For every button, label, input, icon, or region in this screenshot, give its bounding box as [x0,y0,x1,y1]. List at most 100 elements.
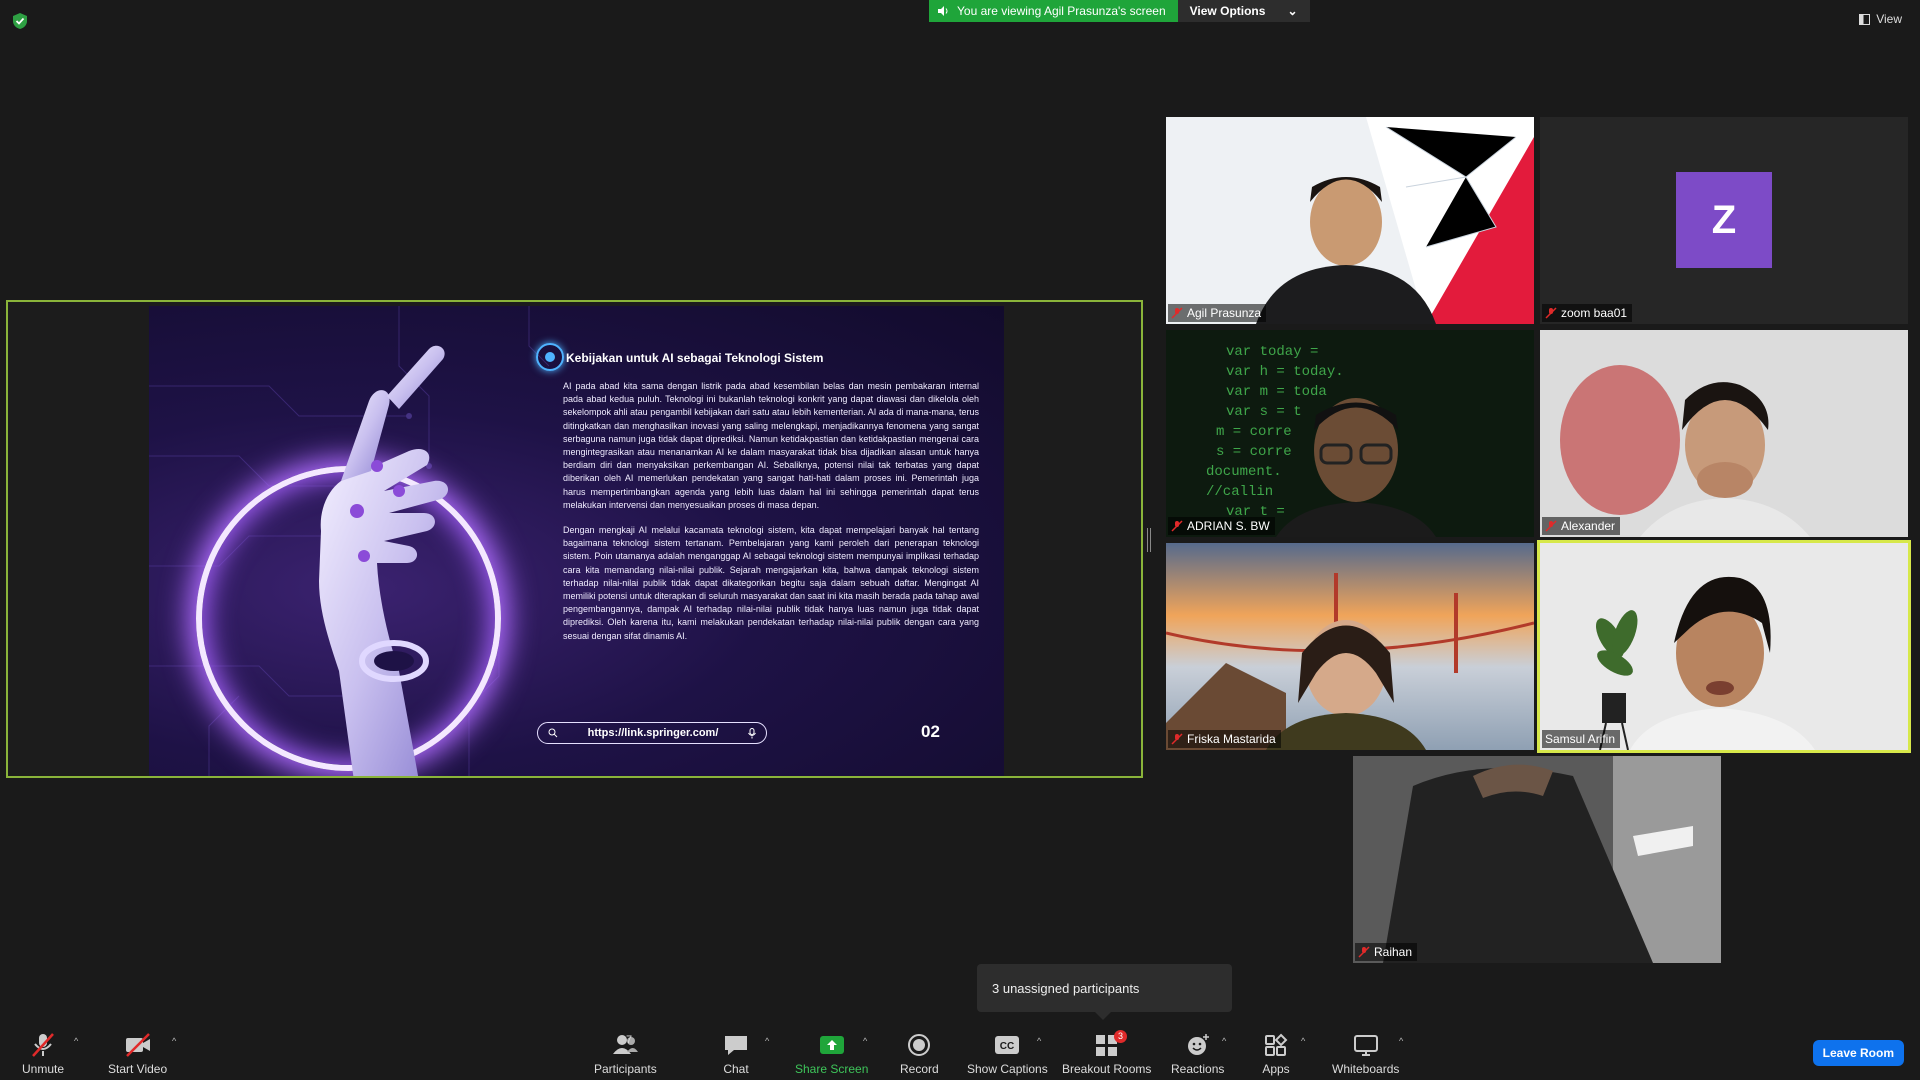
leave-room-button[interactable]: Leave Room [1812,1040,1904,1066]
mic-muted-icon [1545,307,1557,319]
share-options-caret-icon[interactable]: ^ [863,1036,867,1046]
presentation-slide: Kebijakan untuk AI sebagai Teknologi Sis… [149,306,1004,776]
participant-name: zoom baa01 [1561,306,1628,320]
view-layout-button[interactable]: View [1859,12,1902,26]
show-captions-button[interactable]: CC Show Captions [967,1032,1048,1076]
slide-paragraph-1: AI pada abad kita sama dengan listrik pa… [563,381,979,510]
video-options-caret-icon[interactable]: ^ [172,1036,176,1046]
apps-icon [1265,1033,1288,1056]
apps-label: Apps [1262,1062,1290,1076]
breakout-rooms-button[interactable]: 3 Breakout Rooms [1062,1030,1152,1076]
apps-options-caret-icon[interactable]: ^ [1301,1036,1305,1046]
mic-muted-icon [1358,946,1370,958]
participant-name: ADRIAN S. BW [1187,519,1270,533]
shared-screen[interactable]: Kebijakan untuk AI sebagai Teknologi Sis… [6,300,1143,778]
participant-name-tag: Samsul Arifin [1542,730,1621,748]
robot-hand-image [319,345,449,776]
grid-layout-icon [1859,13,1871,25]
share-screen-label: Share Screen [795,1062,869,1076]
record-icon [908,1034,931,1056]
participants-count: 7 [626,1034,633,1046]
video-tile-agil-prasunza[interactable]: Agil Prasunza [1166,117,1534,324]
svg-text:CC: CC [1000,1041,1014,1052]
reactions-icon [1187,1034,1209,1055]
video-tile-raihan[interactable]: Raihan [1353,756,1721,963]
unmute-label: Unmute [22,1062,65,1076]
participants-label: Participants [594,1062,657,1076]
audio-options-caret-icon[interactable]: ^ [74,1036,78,1046]
viewing-text: You are viewing Agil Prasunza's screen [957,4,1166,18]
participant-name: Raihan [1374,945,1413,959]
reactions-options-caret-icon[interactable]: ^ [1222,1036,1226,1046]
share-screen-button[interactable]: Share Screen [795,1032,868,1076]
meeting-toolbar: Unmute ^ Start Video ^ 7 Participants Ch… [0,1020,1920,1080]
whiteboard-icon [1353,1035,1378,1056]
record-label: Record [900,1062,939,1076]
participant-name: Samsul Arifin [1545,732,1616,746]
participant-name-tag: Raihan [1355,943,1418,961]
video-feed-raihan [1353,756,1721,963]
whiteboards-label: Whiteboards [1332,1062,1400,1076]
captions-icon: CC [995,1036,1020,1054]
speaker-icon [938,6,948,16]
participants-button[interactable]: 7 Participants [594,1032,657,1076]
video-tile-samsul-arifin[interactable]: Samsul Arifin [1537,540,1911,753]
screen-share-banner: You are viewing Agil Prasunza's screen V… [929,0,1310,22]
video-tile-zoom-baa01[interactable]: Z zoom baa01 [1540,117,1908,324]
chat-button[interactable]: Chat [722,1032,750,1076]
reactions-button[interactable]: Reactions [1171,1032,1224,1076]
video-feed-samsul [1540,543,1908,750]
view-options-button[interactable]: View Options ⌄ [1177,0,1310,22]
start-video-button[interactable]: Start Video [108,1032,167,1076]
video-off-icon [125,1033,150,1057]
show-captions-label: Show Captions [967,1062,1048,1076]
security-shield-icon[interactable] [12,12,28,30]
slide-body: AI pada abad kita sama dengan listrik pa… [563,380,979,643]
video-tile-friska[interactable]: Friska Mastarida [1166,543,1534,750]
search-icon [548,728,558,738]
chat-options-caret-icon[interactable]: ^ [765,1036,769,1046]
video-feed-alexander [1540,330,1908,537]
view-label: View [1876,12,1902,26]
microphone-icon [748,727,756,738]
breakout-rooms-badge: 3 [1114,1030,1128,1043]
mic-muted-icon [1171,733,1183,745]
slide-url: https://link.springer.com/ [587,727,719,739]
breakout-rooms-label: Breakout Rooms [1062,1062,1152,1076]
slide-url-bar: https://link.springer.com/ [537,722,767,744]
start-video-label: Start Video [108,1062,168,1076]
record-button[interactable]: Record [900,1032,939,1076]
mic-muted-icon [1545,520,1557,532]
avatar: Z [1676,172,1772,268]
chat-icon [725,1036,747,1055]
target-logo-icon [536,343,564,371]
video-tile-adrian[interactable]: var today = var h = today. var m = toda va… [1166,330,1534,537]
captions-options-caret-icon[interactable]: ^ [1037,1036,1041,1046]
svg-text:m = corre: m = corre [1216,424,1292,440]
participant-name-tag: ADRIAN S. BW [1168,517,1275,535]
slide-page-number: 02 [921,722,940,741]
mic-muted-icon [1171,307,1183,319]
svg-text:var m = toda: var m = toda [1226,384,1327,400]
participant-name-tag: zoom baa01 [1542,304,1633,322]
slide-title: Kebijakan untuk AI sebagai Teknologi Sis… [566,351,824,365]
tooltip-text: 3 unassigned participants [992,980,1140,996]
viewing-indicator: You are viewing Agil Prasunza's screen [929,0,1178,22]
whiteboards-options-caret-icon[interactable]: ^ [1399,1036,1403,1046]
svg-text:var s = t: var s = t [1226,404,1302,420]
svg-text:document.: document. [1206,464,1282,480]
svg-text:var today =: var today = [1226,344,1318,360]
participant-name: Agil Prasunza [1187,306,1262,320]
whiteboards-button[interactable]: Whiteboards [1332,1032,1399,1076]
unmute-button[interactable]: Unmute [22,1032,64,1076]
mic-muted-icon [1171,520,1183,532]
video-feed-friska [1166,543,1534,750]
participant-name: Friska Mastarida [1187,732,1276,746]
svg-text:s = corre: s = corre [1216,444,1292,460]
video-tile-alexander[interactable]: Alexander [1540,330,1908,537]
resize-handle[interactable] [1147,528,1151,552]
apps-button[interactable]: Apps [1262,1032,1290,1076]
video-feed-agil [1166,117,1534,324]
svg-text://callin: //callin [1206,484,1273,500]
chevron-down-icon: ⌄ [1287,4,1298,18]
